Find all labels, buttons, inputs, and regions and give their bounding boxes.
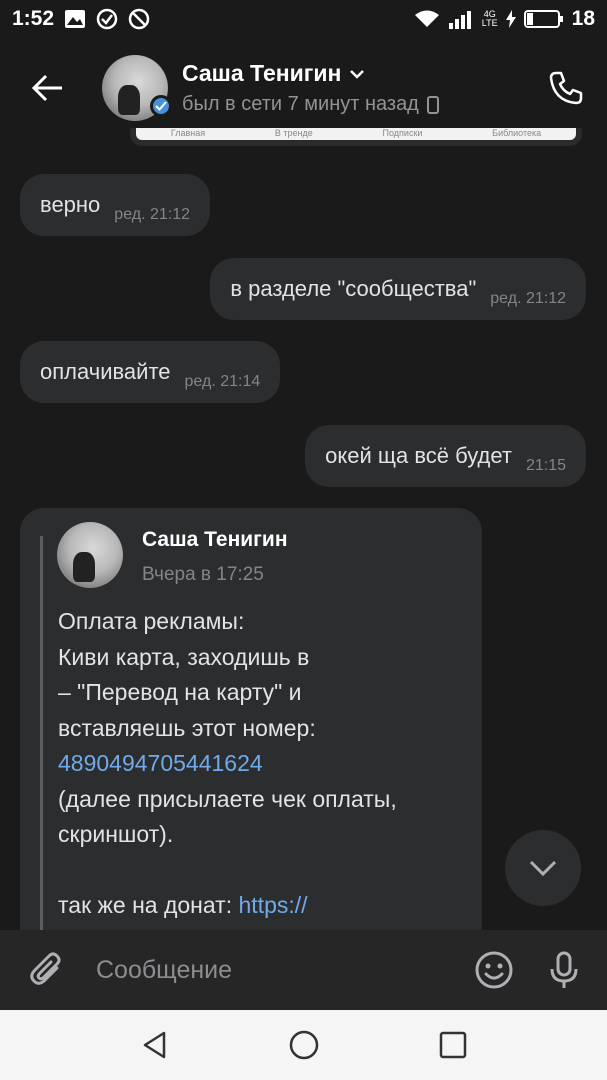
wifi-icon (414, 9, 440, 29)
battery-level: 18 (571, 7, 595, 30)
contact-avatar[interactable] (102, 55, 172, 121)
charging-icon (505, 10, 516, 28)
microphone-icon (550, 951, 578, 988)
message-meta: ред. 21:12 (114, 206, 191, 223)
message-meta: ред. 21:14 (184, 373, 261, 390)
chevron-down-icon (529, 860, 557, 877)
body-line: Оплата рекламы: (58, 608, 245, 634)
forwarded-author-name[interactable]: Саша Тенигин (142, 528, 288, 552)
message-text: верно (40, 192, 101, 217)
arrow-left-icon (31, 74, 62, 102)
contact-name: Саша Тенигин (182, 60, 342, 86)
verified-icon (150, 95, 172, 117)
scroll-to-bottom-button[interactable] (505, 830, 581, 906)
battery-icon (523, 9, 564, 29)
forwarded-author-avatar[interactable] (57, 522, 123, 588)
donate-link[interactable]: https:// (239, 892, 308, 918)
card-number-link[interactable]: 4890494705441624 (58, 746, 478, 782)
circle-home-icon (289, 1030, 318, 1060)
smiley-icon (475, 951, 513, 989)
donate-prefix: так же на донат: (58, 892, 239, 918)
previous-message-preview[interactable]: Главная В тренде Подписки Библиотека (130, 128, 582, 146)
signal-icon (448, 9, 474, 29)
message-bubble-outgoing[interactable]: в разделе "сообщества" ред. 21:12 (210, 258, 586, 320)
last-seen-status: был в сети 7 минут назад (182, 93, 419, 115)
message-bubble-incoming[interactable]: верно ред. 21:12 (20, 174, 211, 236)
check-circle-icon (96, 8, 118, 30)
nav-home-button[interactable] (269, 1010, 339, 1080)
nav-back-button[interactable] (120, 1010, 190, 1080)
mobile-phone-icon (426, 95, 439, 114)
message-bubble-outgoing[interactable]: окей ща всё будет 21:15 (305, 425, 586, 487)
attach-button[interactable] (0, 930, 96, 1010)
chevron-down-icon (350, 69, 365, 79)
do-not-disturb-icon (128, 8, 150, 30)
image-icon (64, 9, 86, 29)
forwarded-body: Оплата рекламы: Киви карта, заходишь в –… (58, 604, 478, 924)
contact-info[interactable]: Саша Тенигин был в сети 7 минут назад (182, 60, 531, 116)
preview-tabs: Главная В тренде Подписки Библиотека (136, 128, 576, 140)
message-composer: Сообщение (0, 930, 607, 1010)
message-text: оплачивайте (40, 359, 171, 384)
message-text: окей ща всё будет (325, 443, 512, 468)
preview-tab: В тренде (274, 128, 313, 138)
body-line: Киви карта, заходишь в (58, 643, 310, 670)
phone-icon (549, 71, 583, 105)
body-line: вставляешь этот номер: (58, 714, 316, 741)
body-line: так же на донат: https:// (58, 888, 478, 924)
triangle-back-icon (143, 1031, 165, 1059)
body-line: – "Перевод на карту" и (58, 679, 302, 705)
call-button[interactable] (531, 38, 601, 138)
square-recents-icon (439, 1031, 466, 1059)
forward-indicator-bar (40, 536, 43, 956)
forwarded-date: Вчера в 17:25 (142, 564, 264, 585)
status-time: 1:52 (12, 7, 55, 30)
message-input[interactable]: Сообщение (96, 956, 459, 985)
message-text: в разделе "сообщества" (230, 276, 477, 301)
nav-recents-button[interactable] (418, 1010, 488, 1080)
system-navigation-bar (0, 1010, 607, 1080)
body-line: (далее присылаете чек оплаты, (58, 785, 397, 812)
message-meta: ред. 21:12 (490, 290, 566, 307)
message-meta: 21:15 (525, 457, 566, 474)
chat-header: Саша Тенигин был в сети 7 минут назад (0, 38, 607, 138)
preview-tab: Подписки (382, 128, 423, 138)
voice-message-button[interactable] (529, 930, 599, 1010)
forwarded-message[interactable]: Саша Тенигин Вчера в 17:25 Оплата реклам… (20, 508, 482, 956)
status-bar: 1:52 4G LTE 18 (0, 0, 607, 38)
message-bubble-incoming[interactable]: оплачивайте ред. 21:14 (20, 341, 281, 403)
preview-tab: Библиотека (492, 128, 542, 138)
back-button[interactable] (0, 38, 96, 138)
emoji-button[interactable] (459, 930, 529, 1010)
network-type-icon: 4G LTE (481, 9, 498, 28)
body-line: скриншот). (58, 821, 174, 847)
paperclip-icon (30, 952, 61, 985)
preview-tab: Главная (170, 128, 206, 138)
